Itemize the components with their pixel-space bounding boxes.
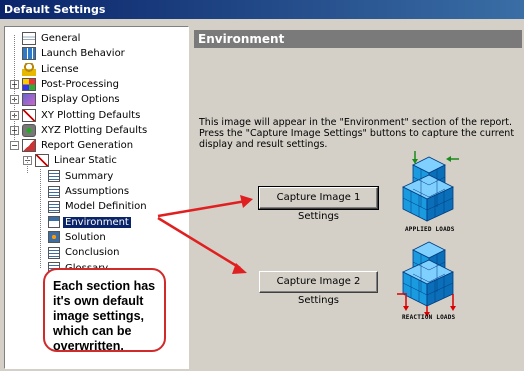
reaction-loads-label: REACTION LOADS [402, 314, 456, 321]
tree-item-label: Launch Behavior [41, 48, 125, 60]
small-icon [48, 170, 60, 183]
annotation-callout: Each section has it's own default image … [43, 268, 166, 353]
tree-item-solution[interactable]: Solution [36, 230, 108, 245]
small-icon [48, 200, 60, 213]
tree-item-linear-static[interactable]: − Linear Static [23, 153, 119, 168]
tree-item-label: Post-Processing [41, 78, 119, 90]
tree-item-assumptions[interactable]: Assumptions [36, 184, 131, 199]
tree-connector [40, 168, 41, 269]
disp-icon [22, 93, 36, 107]
tree-item-general[interactable]: General [10, 31, 82, 46]
tree-item-summary[interactable]: Summary [36, 169, 115, 184]
tree-item-xy-plotting-defaults[interactable]: + XY Plotting Defaults [10, 108, 142, 123]
tree-item-label: Environment [63, 216, 131, 228]
small-icon [48, 185, 60, 198]
panel-title: Environment [194, 30, 522, 48]
tree-item-post-processing[interactable]: + Post-Processing [10, 77, 121, 92]
tree-item-launch-behavior[interactable]: Launch Behavior [10, 46, 127, 61]
small-icon [48, 246, 60, 259]
capture-image-2-button[interactable]: Capture Image 2 Settings [259, 271, 378, 306]
tree-item-display-options[interactable]: + Display Options [10, 92, 122, 107]
tree-connector [14, 35, 15, 143]
tree-item-xyz-plotting-defaults[interactable]: + XYZ Plotting Defaults [10, 123, 149, 138]
tree-item-label: Assumptions [65, 186, 130, 197]
grid-icon [22, 47, 36, 61]
xy-icon [22, 108, 36, 122]
tree-item-label: Model Definition [65, 201, 147, 213]
reaction-loads-image [397, 241, 456, 317]
tree-item-label: Summary [65, 170, 114, 182]
tree-item-label: XY Plotting Defaults [41, 109, 141, 121]
tree-item-label: Report Generation [41, 140, 134, 152]
window-title: Default Settings [0, 0, 524, 19]
lock-icon [22, 62, 36, 76]
tree-item-label: License [41, 63, 79, 75]
tree-item-model-definition[interactable]: Model Definition [36, 199, 149, 214]
color-icon [22, 77, 36, 91]
capture-image-1-button[interactable]: Capture Image 1 Settings [258, 186, 379, 222]
tree-item-label: General [41, 33, 81, 44]
collapse-icon[interactable]: − [10, 141, 19, 151]
env-icon [48, 216, 60, 229]
panel-description: This image will appear in the "Environme… [199, 117, 515, 150]
tree-connector [27, 157, 28, 173]
applied-loads-label: APPLIED LOADS [405, 226, 455, 233]
static-icon [35, 154, 49, 168]
applied-loads-image [402, 151, 459, 222]
tree-item-license[interactable]: License [10, 62, 81, 77]
tree-item-label: Display Options [41, 94, 120, 106]
tree-item-label: Conclusion [65, 247, 120, 259]
xyz-icon [22, 123, 36, 137]
tree-item-report-generation[interactable]: − Report Generation [10, 138, 135, 153]
doc-icon [22, 32, 36, 45]
sol-icon [48, 231, 60, 244]
tree-item-label: Solution [65, 231, 106, 243]
tree-item-environment[interactable]: Environment [36, 215, 131, 230]
tree-item-label: Linear Static [54, 155, 117, 167]
tree-item-label: XYZ Plotting Defaults [41, 124, 148, 136]
tree-item-conclusion[interactable]: Conclusion [36, 245, 122, 260]
report-icon [22, 139, 36, 153]
